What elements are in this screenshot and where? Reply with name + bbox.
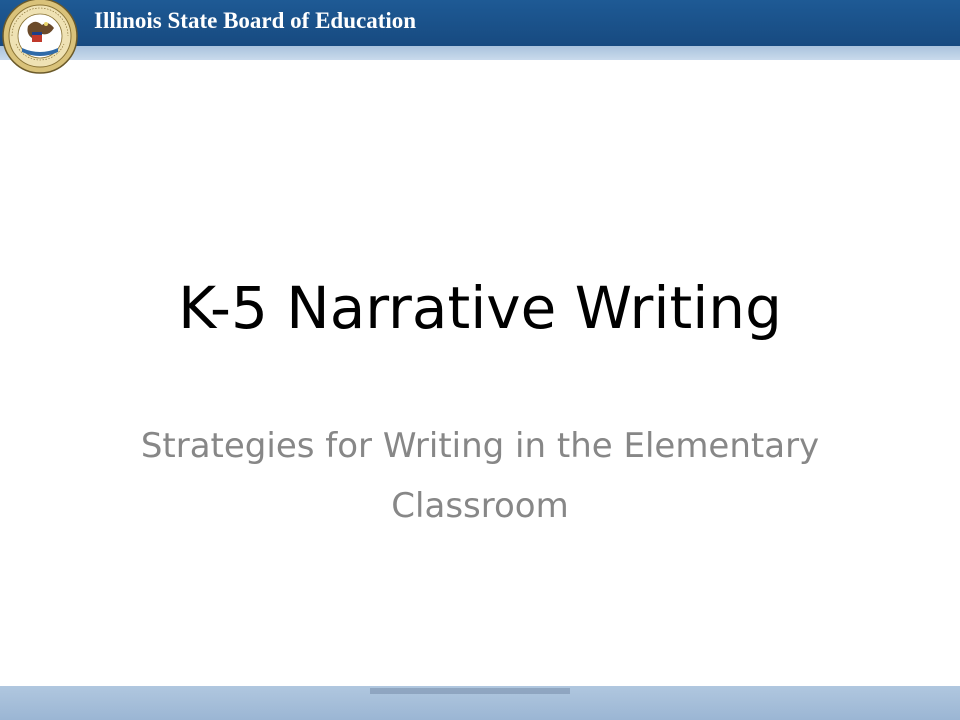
state-seal-logo	[2, 0, 78, 74]
organization-name: Illinois State Board of Education	[94, 8, 417, 33]
footer-shade	[370, 688, 570, 694]
slide-title: K-5 Narrative Writing	[178, 274, 782, 342]
header-stripe	[0, 46, 960, 60]
slide-subtitle: Strategies for Writing in the Elementary…	[140, 426, 820, 526]
